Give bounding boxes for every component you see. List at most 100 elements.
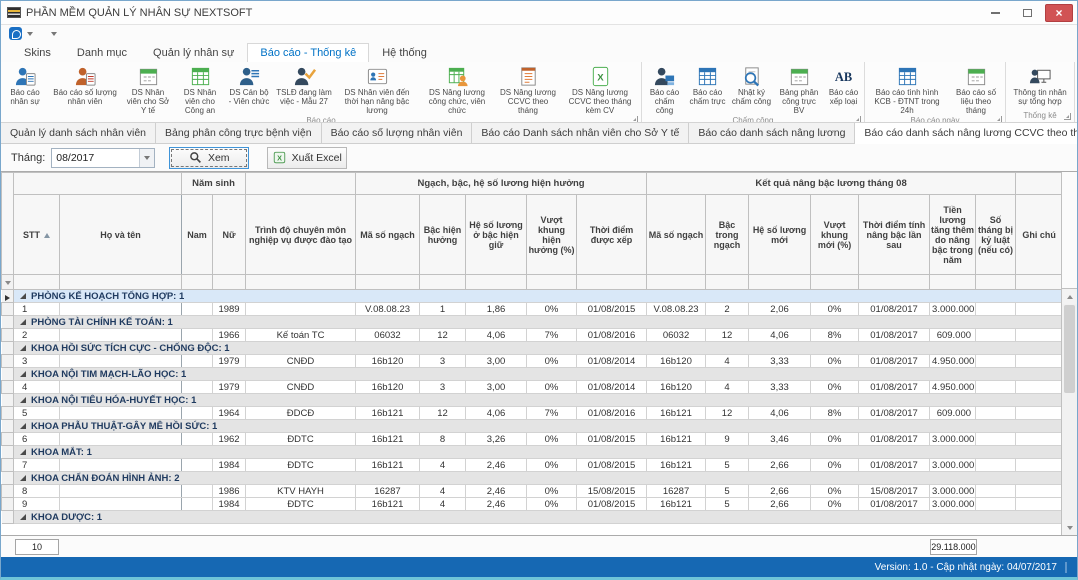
group-row[interactable]: KHOA HỒI SỨC TÍCH CỰC - CHỐNG ĐỘC: 1 (2, 342, 1063, 355)
scroll-down-button[interactable] (1062, 520, 1077, 535)
tsld-dang-lam-viec-mau-27[interactable]: TSLĐ đang làm việc - Mẫu 27 (272, 63, 336, 116)
filter-cell[interactable] (706, 275, 749, 290)
scrollbar-thumb[interactable] (1064, 305, 1075, 393)
cell-bac1[interactable]: 3 (420, 381, 466, 394)
app-menu-caret-icon[interactable] (27, 32, 33, 36)
cell-stt[interactable]: 9 (14, 498, 60, 511)
cell-hs2[interactable]: 3,33 (749, 381, 811, 394)
col-header-td2[interactable]: Thời điểm tính nâng bậc lần sau (859, 195, 930, 275)
export-excel-button[interactable]: X Xuất Excel (267, 147, 347, 169)
cell-name[interactable] (60, 355, 182, 368)
nhat-ky-cham-cong[interactable]: Nhật ký chấm công (729, 63, 774, 116)
cell-stt[interactable]: 5 (14, 407, 60, 420)
filter-cell[interactable] (811, 275, 859, 290)
cell-td1[interactable]: 01/08/2015 (577, 459, 647, 472)
doc-tab[interactable]: Báo cáo danh sách nâng lương CCVC theo t… (855, 123, 1078, 144)
thong-tin-nhan-su-tong-hop[interactable]: Thông tin nhân sự tổng hợp (1007, 63, 1073, 109)
cell-td2[interactable]: 01/08/2017 (859, 303, 930, 316)
cell-nu[interactable]: 1984 (213, 498, 246, 511)
cell-trinhdo[interactable]: CNĐD (246, 355, 356, 368)
doc-tab[interactable]: Bảng phân công trực bệnh viện (156, 123, 322, 143)
band-nam-sinh[interactable]: Năm sinh (182, 173, 246, 195)
filter-cell[interactable] (527, 275, 577, 290)
cell-vk2[interactable]: 8% (811, 407, 859, 420)
group-label[interactable]: KHOA DƯỢC: 1 (14, 511, 1063, 524)
bao-cao-tinh-hinh-kcb-dtnt-trong-24h[interactable]: Báo cáo tình hình KCB - ĐTNT trong 24h (866, 63, 948, 116)
ds-nhan-vien-cho-cong-an[interactable]: DS Nhân viên cho Công an (174, 63, 226, 116)
ribbon-tab[interactable]: Hệ thống (369, 43, 440, 62)
cell-bac2[interactable]: 12 (706, 329, 749, 342)
cell-td2[interactable]: 01/08/2017 (859, 498, 930, 511)
cell-name[interactable] (60, 498, 182, 511)
cell-ma1[interactable]: 16287 (356, 485, 420, 498)
group-expand-icon[interactable] (20, 475, 26, 481)
cell-nu[interactable]: 1986 (213, 485, 246, 498)
cell-tien[interactable]: 3.000.000 (930, 303, 976, 316)
table-row[interactable]: 41979CNĐD16b12033,000%01/08/201416b12043… (2, 381, 1063, 394)
cell-bac1[interactable]: 12 (420, 407, 466, 420)
group-expand-icon[interactable] (20, 319, 26, 325)
cell-tien[interactable]: 609.000 (930, 329, 976, 342)
cell-bac2[interactable]: 5 (706, 498, 749, 511)
filter-cell[interactable] (356, 275, 420, 290)
cell-hs1[interactable]: 2,46 (466, 485, 527, 498)
cell-bac1[interactable]: 3 (420, 355, 466, 368)
cell-td1[interactable]: 01/08/2016 (577, 329, 647, 342)
cell-nu[interactable]: 1989 (213, 303, 246, 316)
cell-nu[interactable]: 1966 (213, 329, 246, 342)
cell-td1[interactable]: 01/08/2015 (577, 498, 647, 511)
cell-vk1[interactable]: 7% (527, 329, 577, 342)
cell-tien[interactable]: 4.950.000 (930, 355, 976, 368)
cell-stt[interactable]: 6 (14, 433, 60, 446)
cell-ma2[interactable]: 16b121 (647, 407, 706, 420)
quick-access-customize-icon[interactable] (51, 32, 57, 36)
cell-bac1[interactable]: 12 (420, 329, 466, 342)
cell-nu[interactable]: 1979 (213, 355, 246, 368)
cell-nu[interactable]: 1979 (213, 381, 246, 394)
col-header-name[interactable]: Họ và tên (60, 195, 182, 275)
cell-kyluat[interactable] (976, 355, 1016, 368)
maximize-button[interactable] (1013, 4, 1041, 22)
cell-hs1[interactable]: 3,00 (466, 355, 527, 368)
cell-name[interactable] (60, 303, 182, 316)
cell-kyluat[interactable] (976, 329, 1016, 342)
col-header-tien[interactable]: Tiền lương tăng thêm do nâng bậc trong n… (930, 195, 976, 275)
cell-bac1[interactable]: 4 (420, 459, 466, 472)
cell-td2[interactable]: 01/08/2017 (859, 433, 930, 446)
cell-name[interactable] (60, 433, 182, 446)
cell-td2[interactable]: 15/08/2017 (859, 485, 930, 498)
table-row[interactable]: 81986KTV HAYH1628742,460%15/08/201516287… (2, 485, 1063, 498)
filter-cell[interactable] (182, 275, 213, 290)
cell-nam[interactable] (182, 459, 213, 472)
cell-vk2[interactable]: 0% (811, 459, 859, 472)
cell-nam[interactable] (182, 433, 213, 446)
cell-hs1[interactable]: 2,46 (466, 498, 527, 511)
cell-td2[interactable]: 01/08/2017 (859, 407, 930, 420)
col-header-ma2[interactable]: Mã số ngạch (647, 195, 706, 275)
cell-ghichu[interactable] (1016, 381, 1063, 394)
view-button[interactable]: Xem (169, 147, 249, 169)
group-row[interactable]: KHOA DƯỢC: 1 (2, 511, 1063, 524)
ds-nang-luong-ccvc-theo-thang-kem-cv[interactable]: X DS Nâng lương CCVC theo tháng kèm CV (560, 63, 640, 116)
bang-phan-cong-truc-bv[interactable]: Bảng phân công trực BV (774, 63, 824, 116)
ds-nhan-vien-cho-so-y-te[interactable]: DS Nhân viên cho Sở Y tế (122, 63, 174, 116)
col-header-trinhdo[interactable]: Trình độ chuyên môn nghiệp vụ được đào t… (246, 195, 356, 275)
cell-stt[interactable]: 2 (14, 329, 60, 342)
cell-nu[interactable]: 1984 (213, 459, 246, 472)
cell-bac2[interactable]: 5 (706, 459, 749, 472)
cell-vk1[interactable]: 0% (527, 459, 577, 472)
cell-ghichu[interactable] (1016, 459, 1063, 472)
col-header-bac2[interactable]: Bậc trong ngạch (706, 195, 749, 275)
cell-bac2[interactable]: 2 (706, 303, 749, 316)
ds-nang-luong-cong-chuc-vien-chuc[interactable]: DS Nâng lương công chức, viên chức (418, 63, 496, 116)
filter-cell[interactable] (466, 275, 527, 290)
cell-ma2[interactable]: 16b121 (647, 459, 706, 472)
cell-bac2[interactable]: 12 (706, 407, 749, 420)
filter-cell[interactable] (14, 275, 60, 290)
cell-stt[interactable]: 1 (14, 303, 60, 316)
group-expand-icon[interactable] (20, 293, 26, 299)
combo-dropdown-button[interactable] (139, 149, 154, 167)
cell-tien[interactable]: 4.950.000 (930, 381, 976, 394)
cell-td2[interactable]: 01/08/2017 (859, 459, 930, 472)
col-header-kyluat[interactable]: Số tháng bị kỷ luật (nếu có) (976, 195, 1016, 275)
